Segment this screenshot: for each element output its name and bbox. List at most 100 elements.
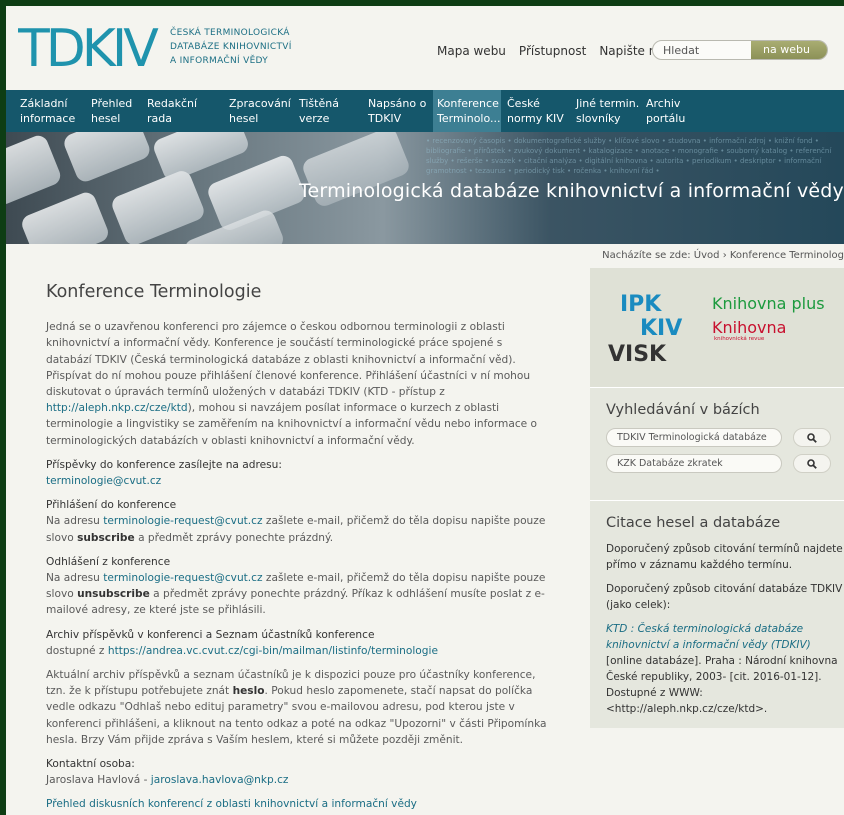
subscribe-text-part: a předmět zprávy ponechte prázdný.	[134, 531, 334, 544]
nav-item-jine-termin-slovniky[interactable]: Jiné termin. slovníky	[572, 90, 643, 132]
tdkiv-logo-mark: TDKIV	[18, 22, 163, 70]
site-search-input[interactable]	[653, 41, 751, 59]
contrib-email-link[interactable]: terminologie@cvut.cz	[46, 475, 161, 487]
contact-section: Kontaktní osoba: Jaroslava Havlová - jar…	[46, 756, 551, 788]
nav-item-label: verze	[299, 112, 330, 125]
logo-caption-line: ČESKÁ TERMINOLOGICKÁ	[170, 28, 290, 38]
subscribe-word: subscribe	[77, 531, 135, 544]
nav-item-label: Tištěná	[299, 97, 339, 110]
nav-item-label: slovníky	[576, 112, 621, 125]
citation-panel: Citace hesel a databáze Doporučený způso…	[590, 500, 844, 717]
archive-section: Archiv příspěvků v konferenci a Seznam ú…	[46, 627, 551, 659]
main-content: Konference Terminologie Jedná se o uzavř…	[46, 282, 551, 815]
subscribe-text-part: Na adresu	[46, 515, 104, 528]
page-title: Konference Terminologie	[46, 282, 262, 302]
archive-link[interactable]: https://andrea.vc.cvut.cz/cgi-bin/mailma…	[108, 645, 438, 657]
contact-email-link[interactable]: jaroslava.havlova@nkp.cz	[151, 774, 289, 786]
conferences-overview-link[interactable]: Přehled diskusních konferencí z oblasti …	[46, 798, 417, 810]
nav-item-label: Jiné termin.	[576, 97, 640, 110]
password-info-paragraph: Aktuální archiv příspěvků a seznam účast…	[46, 667, 551, 748]
banner: • recenzovaný časopis • dokumentografick…	[6, 132, 844, 244]
nav-item-archiv-portalu[interactable]: Archiv portálu	[642, 90, 689, 132]
citation-title: Citace hesel a databáze	[606, 515, 781, 531]
ipk-logo[interactable]: IPK	[620, 292, 661, 317]
page: TDKIV ČESKÁ TERMINOLOGICKÁ DATABÁZE KNIH…	[6, 6, 844, 815]
search-icon	[807, 458, 817, 469]
unsubscribe-text-part: Na adresu	[46, 572, 104, 585]
subscribe-text: Na adresu terminologie-request@cvut.cz z…	[46, 513, 551, 545]
nav-item-label: rada	[147, 112, 172, 125]
sidebar: IPK KIV VISK Knihovna plus Knihovna knih…	[590, 268, 844, 728]
unsubscribe-label: Odhlášení z konference	[46, 555, 171, 568]
password-word: heslo	[232, 685, 265, 698]
nav-item-label: Napsáno o	[368, 97, 427, 110]
logo-mark-text: TDKIV	[18, 22, 159, 70]
archive-text-part: dostupné z	[46, 644, 108, 657]
knihovna-logo-subtitle: knihovnická revue	[714, 336, 765, 342]
citation-rest: [online databáze]. Praha : Národní kniho…	[606, 655, 838, 715]
knihovna-logo[interactable]: Knihovna	[712, 318, 786, 337]
nav-item-label: Redakční	[147, 97, 198, 110]
breadcrumb: Nacházíte se zde: Úvod › Konference Term…	[602, 250, 844, 261]
nav-item-label: Terminolo...	[437, 112, 501, 125]
kiv-logo[interactable]: KIV	[640, 316, 682, 341]
contrib-label: Příspěvky do konference zasílejte na adr…	[46, 458, 282, 471]
citation-example: KTD : Česká terminologická databáze knih…	[606, 621, 844, 717]
logo-caption-line: DATABÁZE KNIHOVNICTVÍ	[170, 42, 292, 52]
database-search-title: Vyhledávání v bázích	[606, 402, 760, 418]
accessibility-link[interactable]: Přístupnost	[519, 44, 586, 58]
unsubscribe-email-link[interactable]: terminologie-request@cvut.cz	[103, 572, 262, 584]
nav-item-label: normy KIV	[507, 112, 564, 125]
tdkiv-logo[interactable]: TDKIV ČESKÁ TERMINOLOGICKÁ DATABÁZE KNIH…	[18, 22, 292, 70]
nav-item-ceske-normy-kiv[interactable]: České normy KIV	[503, 90, 568, 132]
nav-item-label: České	[507, 97, 540, 110]
nav-item-zpracovani-hesel[interactable]: Zpracování hesel	[225, 90, 295, 132]
archive-label: Archiv příspěvků v konferenci a Seznam ú…	[46, 628, 375, 641]
visk-logo[interactable]: VISK	[608, 342, 666, 367]
top-links: Mapa webu Přístupnost Napište nám	[437, 44, 675, 58]
ktd-link[interactable]: http://aleph.nkp.cz/cze/ktd	[46, 402, 188, 414]
nav-item-prehled-hesel[interactable]: Přehled hesel	[87, 90, 136, 132]
breadcrumb-home-link[interactable]: Úvod	[694, 250, 720, 261]
kzk-search-button[interactable]	[793, 454, 831, 473]
tdkiv-search-input[interactable]: TDKIV Terminologická databáze	[606, 428, 782, 447]
search-scope-button[interactable]: na webu	[751, 41, 827, 59]
site-map-link[interactable]: Mapa webu	[437, 44, 506, 58]
nav-item-label: Zpracování	[229, 97, 291, 110]
contact-label: Kontaktní osoba:	[46, 758, 135, 771]
search-icon	[807, 432, 817, 443]
nav-item-label: Archiv	[646, 97, 681, 110]
nav-item-konference-terminologie[interactable]: Konference Terminolo...	[433, 90, 501, 132]
logo-caption-line: A INFORMAČNÍ VĚDY	[170, 56, 269, 66]
nav-item-tistena-verze[interactable]: Tištěná verze	[295, 90, 343, 132]
nav-item-redakcni-rada[interactable]: Redakční rada	[143, 90, 201, 132]
contact-name: Jaroslava Havlová -	[46, 774, 151, 787]
site-search: na webu	[652, 40, 828, 60]
unsubscribe-word: unsubscribe	[77, 588, 150, 601]
subscribe-email-link[interactable]: terminologie-request@cvut.cz	[103, 515, 262, 527]
citation-italic: KTD : Česká terminologická databáze knih…	[606, 623, 811, 651]
citation-text-1: Doporučený způsob citování termínů najde…	[606, 543, 843, 571]
contact-text: Jaroslava Havlová - jaroslava.havlova@nk…	[46, 772, 551, 788]
breadcrumb-prefix: Nacházíte se zde:	[602, 250, 691, 261]
intro-paragraph: Jedná se o uzavřenou konferenci pro záje…	[46, 319, 551, 449]
kzk-search-input[interactable]: KZK Databáze zkratek	[606, 454, 782, 473]
header: TDKIV ČESKÁ TERMINOLOGICKÁ DATABÁZE KNIH…	[6, 6, 844, 90]
breadcrumb-current: Konference Terminolog	[729, 250, 844, 261]
database-search-row: TDKIV Terminologická databáze	[606, 428, 844, 447]
nav-item-label: portálu	[646, 112, 686, 125]
unsubscribe-text: Na adresu terminologie-request@cvut.cz z…	[46, 570, 551, 619]
nav-item-label: Základní	[20, 97, 68, 110]
nav-item-label: hesel	[229, 112, 259, 125]
nav-item-napsano-o-tdkiv[interactable]: Napsáno o TDKIV	[364, 90, 430, 132]
tdkiv-search-button[interactable]	[793, 428, 831, 447]
nav-item-label: hesel	[91, 112, 121, 125]
nav-item-zakladni-informace[interactable]: Základní informace	[16, 90, 79, 132]
database-search-panel: Vyhledávání v bázích TDKIV Terminologick…	[590, 387, 844, 500]
nav-item-label: Přehled	[91, 97, 133, 110]
knihovna-plus-logo[interactable]: Knihovna plus	[712, 294, 825, 313]
subscribe-section: Přihlášení do konference Na adresu termi…	[46, 497, 551, 546]
logo-caption: ČESKÁ TERMINOLOGICKÁ DATABÁZE KNIHOVNICT…	[170, 26, 292, 68]
partner-logos: IPK KIV VISK Knihovna plus Knihovna knih…	[590, 268, 844, 387]
overview-section: Přehled diskusních konferencí z oblasti …	[46, 796, 551, 812]
